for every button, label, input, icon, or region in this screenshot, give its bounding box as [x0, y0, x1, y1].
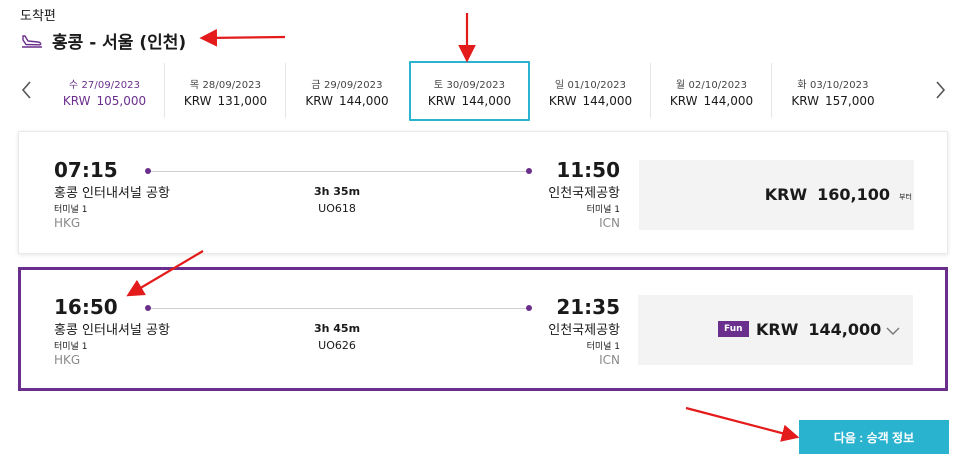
currency-label: KRW [548, 94, 577, 108]
flight-number: UO626 [318, 339, 356, 352]
date-label: 목 28/09/2023 [189, 80, 262, 91]
currency-label: KRW [669, 94, 698, 108]
fare-class-badge: Fun [718, 321, 749, 337]
fare-price: KRW 160,100 [765, 185, 890, 204]
arrive-terminal: 터미널 1 [586, 342, 620, 352]
price-label: 131,000 [217, 94, 268, 108]
flight-card[interactable]: 07:15 홍콩 인터내셔널 공항 터미널 1 HKG 3h 35m UO618… [18, 131, 948, 254]
depart-terminal: 터미널 1 [54, 205, 88, 215]
depart-time: 07:15 [54, 158, 118, 182]
depart-time: 16:50 [54, 295, 118, 319]
chevron-right-icon[interactable] [933, 80, 947, 100]
date-option-6[interactable]: 월 02/10/2023 KRW 144,000 [652, 63, 772, 118]
annotation-arrow-next [685, 406, 800, 442]
depart-terminal: 터미널 1 [54, 342, 88, 352]
date-option-5[interactable]: 일 01/10/2023 KRW 144,000 [531, 63, 651, 118]
route-line [151, 171, 527, 172]
date-label: 토 30/09/2023 [433, 80, 506, 91]
next-passenger-info-button[interactable]: 다음 : 승객 정보 [799, 420, 949, 454]
landing-plane-icon [22, 34, 42, 48]
chevron-left-icon[interactable] [20, 80, 34, 100]
flight-duration: 3h 45m [313, 322, 361, 335]
flight-duration: 3h 35m [313, 185, 361, 198]
currency-label: KRW [183, 94, 212, 108]
fare-amount: 160,100 [817, 185, 890, 204]
date-option-selected[interactable]: 토 30/09/2023 KRW 144,000 [409, 61, 530, 121]
depart-airport: 홍콩 인터내셔널 공항 [54, 323, 170, 338]
fare-price: KRW 144,000 [756, 320, 881, 339]
flight-number: UO618 [318, 202, 356, 215]
date-label: 금 29/09/2023 [311, 80, 383, 91]
price-label: 144,000 [703, 94, 754, 108]
price-label: 144,000 [461, 94, 512, 108]
date-option-1[interactable]: 수 27/09/2023 KRW 105,000 [45, 63, 165, 118]
depart-code: HKG [54, 353, 81, 367]
arrive-terminal: 터미널 1 [586, 205, 620, 215]
arrive-code: ICN [599, 216, 620, 230]
currency-label: KRW [62, 94, 91, 108]
arrive-airport: 인천국제공항 [548, 186, 620, 201]
price-label: 144,000 [582, 94, 633, 108]
fare-currency: KRW [764, 185, 808, 204]
currency-label: KRW [427, 94, 456, 108]
arrive-airport: 인천국제공항 [548, 323, 620, 338]
arrive-time: 21:35 [556, 295, 620, 319]
date-label: 수 27/09/2023 [68, 80, 141, 91]
flight-card-selected[interactable]: 16:50 홍콩 인터내셔널 공항 터미널 1 HKG 3h 45m UO626… [18, 267, 948, 391]
depart-code: HKG [54, 216, 81, 230]
arrive-code: ICN [599, 353, 620, 367]
date-label: 일 01/10/2023 [554, 80, 627, 91]
date-option-3[interactable]: 금 29/09/2023 KRW 144,000 [287, 63, 407, 118]
route-line [151, 308, 527, 309]
price-label: 157,000 [824, 94, 875, 108]
date-option-7[interactable]: 화 03/10/2023 KRW 157,000 [773, 63, 893, 118]
depart-airport: 홍콩 인터내셔널 공항 [54, 186, 170, 201]
from-label: 부터 [899, 193, 912, 201]
annotation-arrow-title [199, 29, 286, 47]
chevron-down-icon[interactable] [885, 326, 901, 336]
route-end-dot [526, 168, 532, 174]
arrive-time: 11:50 [556, 158, 620, 182]
date-option-2[interactable]: 목 28/09/2023 KRW 131,000 [166, 63, 286, 118]
price-label: 144,000 [338, 94, 389, 108]
route-title: 홍콩 - 서울 (인천) [52, 33, 187, 53]
date-label: 월 02/10/2023 [675, 80, 748, 91]
fare-amount: 144,000 [808, 320, 882, 339]
currency-label: KRW [305, 94, 333, 108]
route-end-dot [526, 305, 532, 311]
fare-option-selected[interactable]: Fun KRW 144,000 [638, 295, 913, 365]
section-label: 도착편 [20, 9, 56, 24]
fare-currency: KRW [756, 320, 799, 339]
fare-option[interactable]: KRW 160,100 부터 [639, 160, 914, 230]
currency-label: KRW [791, 94, 819, 108]
date-label: 화 03/10/2023 [797, 80, 869, 91]
route-header: 홍콩 - 서울 (인천) [20, 28, 186, 53]
price-label: 105,000 [96, 94, 147, 108]
